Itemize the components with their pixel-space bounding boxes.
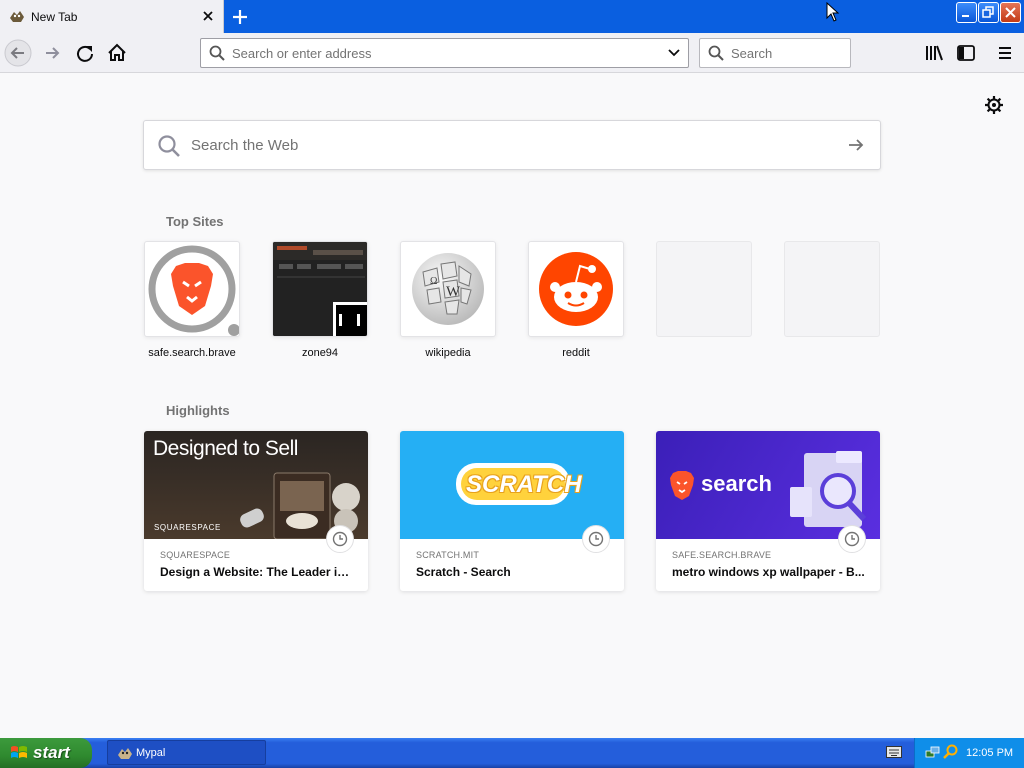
highlight-source: SCRATCH.MIT bbox=[416, 550, 480, 560]
chevron-down-icon[interactable] bbox=[667, 47, 681, 59]
new-tab-page: Top Sites safe.search.brave bbox=[0, 73, 1024, 738]
close-icon[interactable] bbox=[199, 7, 217, 25]
minimize-button[interactable] bbox=[956, 2, 977, 23]
system-tray: 12:05 PM bbox=[914, 738, 1024, 768]
web-search-input[interactable] bbox=[191, 135, 791, 155]
new-tab-button[interactable] bbox=[229, 6, 251, 28]
tab-strip: New Tab bbox=[0, 0, 1024, 33]
top-site-empty-slot bbox=[656, 241, 752, 337]
history-icon bbox=[582, 525, 610, 553]
restore-icon bbox=[982, 6, 994, 18]
address-bar[interactable] bbox=[200, 38, 689, 68]
taskbar-button-mypal[interactable]: Mypal bbox=[107, 740, 266, 765]
arrow-right-icon[interactable] bbox=[847, 136, 865, 154]
top-site-zone94[interactable]: zone94 bbox=[272, 241, 368, 359]
address-input[interactable] bbox=[232, 45, 652, 61]
highlight-thumbnail: search bbox=[656, 431, 880, 539]
close-window-button[interactable] bbox=[1000, 2, 1021, 23]
top-sites-heading: Top Sites bbox=[166, 214, 224, 229]
highlight-thumbnail: SCRATCH bbox=[400, 431, 624, 539]
search-tray-icon[interactable] bbox=[943, 744, 959, 760]
back-button[interactable] bbox=[4, 39, 32, 67]
site-tile[interactable] bbox=[528, 241, 624, 337]
site-label: reddit bbox=[562, 347, 590, 359]
history-icon bbox=[326, 525, 354, 553]
start-button[interactable]: start bbox=[0, 738, 92, 768]
search-icon bbox=[708, 45, 724, 61]
site-tile[interactable] bbox=[144, 241, 240, 337]
magnifier-illustration bbox=[790, 451, 867, 527]
keyboard-icon[interactable] bbox=[886, 746, 902, 758]
close-icon bbox=[1005, 7, 1016, 18]
search-icon bbox=[158, 135, 180, 157]
site-tile-placeholder bbox=[656, 241, 752, 337]
library-icon[interactable] bbox=[924, 43, 944, 63]
search-input[interactable] bbox=[731, 45, 841, 61]
network-icon[interactable] bbox=[925, 745, 941, 761]
taskbar-button-label: Mypal bbox=[136, 747, 166, 759]
highlights-heading: Highlights bbox=[166, 403, 230, 418]
svg-text:W: W bbox=[446, 284, 461, 300]
highlight-title: metro windows xp wallpaper - B... bbox=[672, 565, 865, 579]
thumbnail-brand: SQUARESPACE bbox=[154, 523, 221, 532]
highlight-card[interactable]: Designed to Sell SQUARESPACE SQUARESPACE… bbox=[144, 431, 368, 591]
top-site-empty-slot bbox=[784, 241, 880, 337]
start-label: start bbox=[33, 743, 70, 762]
minimize-icon bbox=[962, 15, 969, 17]
reddit-alien-icon bbox=[539, 252, 613, 326]
site-tile-placeholder bbox=[784, 241, 880, 337]
forward-button[interactable] bbox=[39, 39, 67, 67]
site-label: wikipedia bbox=[425, 347, 471, 359]
windows-logo-icon bbox=[11, 746, 27, 758]
site-label: safe.search.brave bbox=[148, 347, 236, 359]
thumbnail-headline: search bbox=[701, 471, 772, 496]
top-site-brave[interactable]: safe.search.brave bbox=[144, 241, 240, 359]
site-tile[interactable]: W Ω bbox=[400, 241, 496, 337]
highlight-thumbnail: Designed to Sell SQUARESPACE bbox=[144, 431, 368, 539]
highlight-card[interactable]: SCRATCH SCRATCH.MIT Scratch - Search bbox=[400, 431, 624, 591]
reload-button[interactable] bbox=[71, 39, 99, 67]
site-label: zone94 bbox=[301, 347, 339, 359]
sidebar-icon[interactable] bbox=[956, 43, 976, 63]
brave-lion-icon bbox=[670, 471, 694, 500]
navigation-toolbar bbox=[0, 33, 1024, 73]
zone94-screenshot-thumbnail bbox=[273, 242, 367, 336]
mypal-icon bbox=[118, 748, 132, 759]
brave-lion-icon bbox=[148, 245, 239, 336]
restore-button[interactable] bbox=[978, 2, 999, 23]
search-icon bbox=[209, 45, 225, 61]
gear-icon[interactable] bbox=[984, 95, 1004, 115]
window-controls bbox=[956, 2, 1022, 24]
menu-icon[interactable] bbox=[995, 43, 1015, 63]
taskbar: start Mypal 12:05 PM bbox=[0, 738, 1024, 768]
search-bar[interactable] bbox=[699, 38, 851, 68]
highlight-source: SAFE.SEARCH.BRAVE bbox=[672, 550, 772, 560]
tab-title: New Tab bbox=[31, 10, 78, 24]
scratch-logo-text: SCRATCH bbox=[466, 471, 582, 498]
mouse-cursor-icon bbox=[826, 2, 840, 22]
web-search-box[interactable] bbox=[143, 120, 881, 170]
highlight-source: SQUARESPACE bbox=[160, 550, 231, 560]
highlight-title: Scratch - Search bbox=[416, 565, 511, 579]
history-icon bbox=[838, 525, 866, 553]
highlight-title: Design a Website: The Leader in ... bbox=[160, 565, 356, 579]
svg-text:Ω: Ω bbox=[430, 276, 437, 287]
home-button[interactable] bbox=[103, 39, 131, 67]
wikipedia-globe-icon: W Ω bbox=[412, 253, 484, 325]
site-tile[interactable] bbox=[272, 241, 368, 337]
top-site-reddit[interactable]: reddit bbox=[528, 241, 624, 359]
top-site-wikipedia[interactable]: W Ω wikipedia bbox=[400, 241, 496, 359]
mypal-icon bbox=[10, 11, 24, 22]
clock: 12:05 PM bbox=[966, 747, 1014, 759]
tab-new-tab[interactable]: New Tab bbox=[0, 0, 224, 33]
highlight-card[interactable]: search SAFE.SEARCH.BRAVE metro windows x… bbox=[656, 431, 880, 591]
